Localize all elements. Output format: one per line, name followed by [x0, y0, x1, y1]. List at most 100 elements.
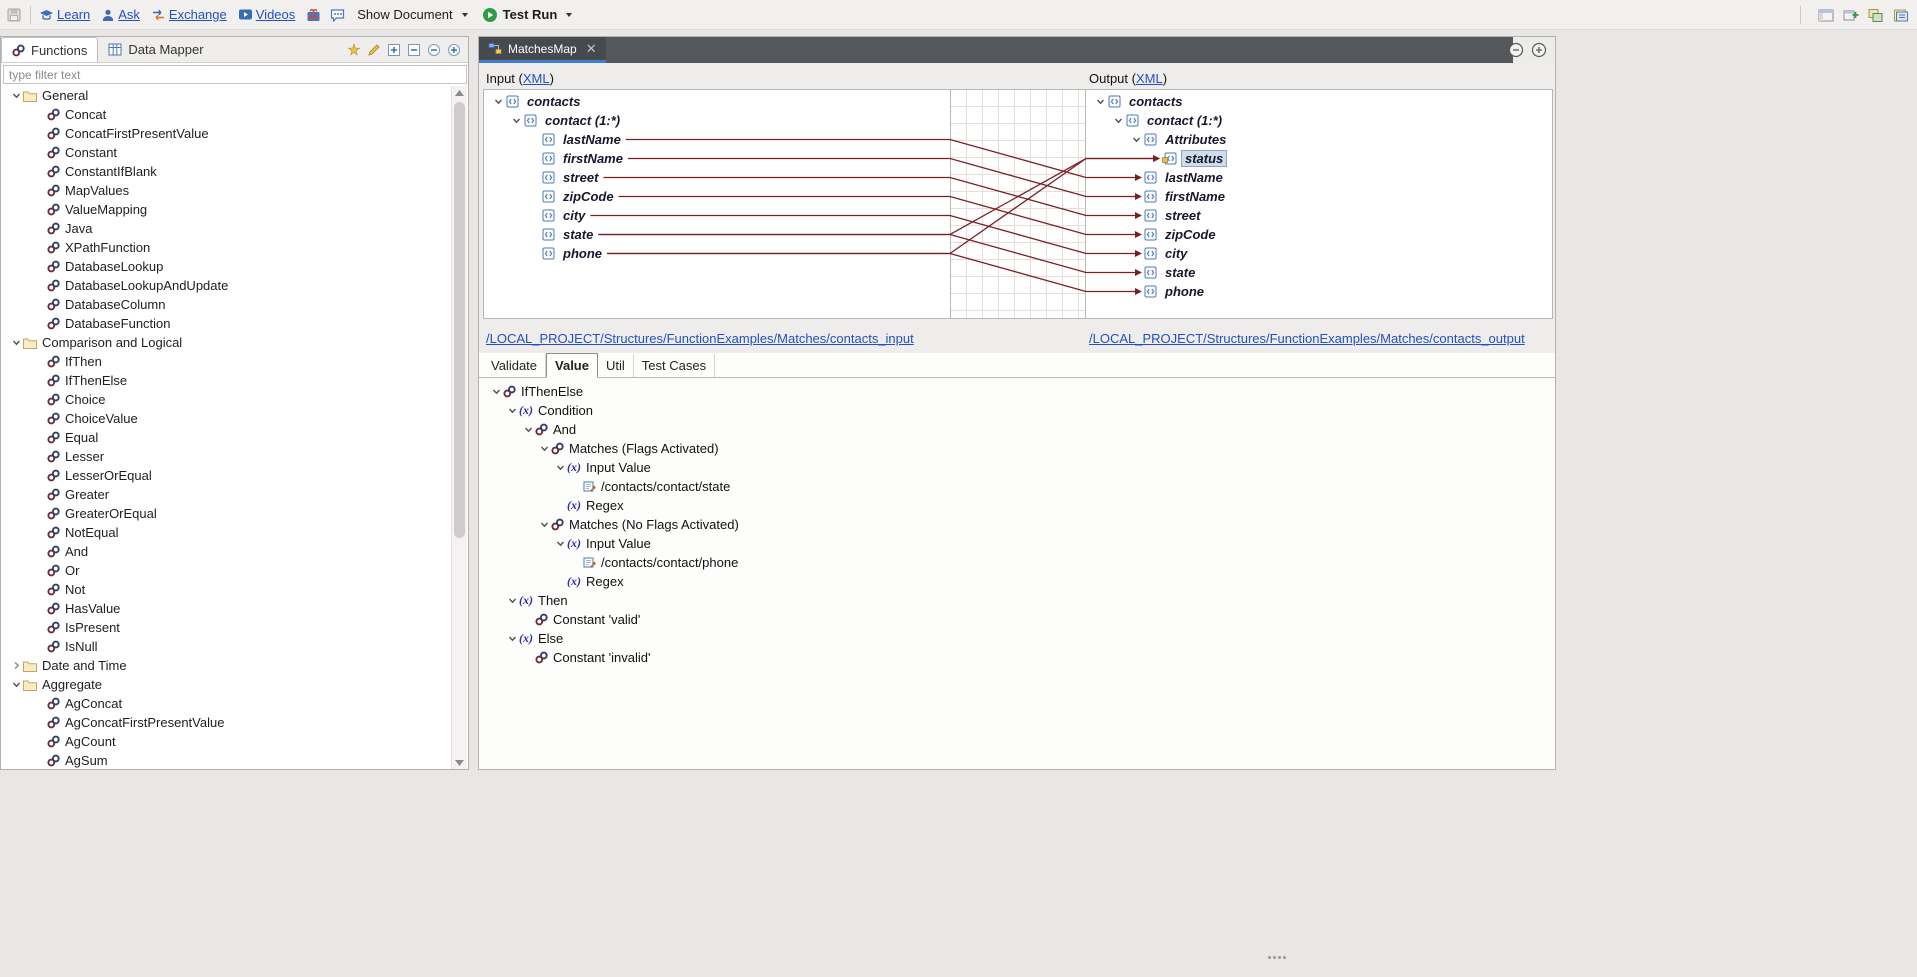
toolbar-link-exchange[interactable]: Exchange — [151, 7, 227, 22]
tab-util[interactable]: Util — [598, 354, 634, 377]
input-node-city[interactable]: city — [484, 206, 950, 225]
function-item[interactable]: IsNull — [1, 637, 452, 656]
scroll-up-icon[interactable] — [452, 86, 467, 99]
function-item[interactable]: HasValue — [1, 599, 452, 618]
chevron-down-icon[interactable] — [537, 520, 551, 529]
chevron-down-icon[interactable] — [491, 97, 506, 106]
function-item[interactable]: MapValues — [1, 181, 452, 200]
input-node-contact[interactable]: contact (1:*) — [484, 111, 950, 130]
test-run-button[interactable]: Test Run — [482, 7, 573, 23]
input-node-street[interactable]: street — [484, 168, 950, 187]
function-item[interactable]: NotEqual — [1, 523, 452, 542]
function-item[interactable]: ValueMapping — [1, 200, 452, 219]
detail-node[interactable]: Constant 'invalid' — [479, 648, 1555, 667]
chevron-down-icon[interactable] — [1129, 135, 1144, 144]
function-item[interactable]: ConcatFirstPresentValue — [1, 124, 452, 143]
expand-all-icon[interactable] — [447, 43, 461, 57]
function-item[interactable]: Equal — [1, 428, 452, 447]
function-item[interactable]: ChoiceValue — [1, 409, 452, 428]
chevron-down-icon[interactable] — [505, 596, 519, 605]
function-item[interactable]: AgConcatFirstPresentValue — [1, 713, 452, 732]
function-group[interactable]: General — [1, 86, 452, 105]
function-item[interactable]: Not — [1, 580, 452, 599]
tab-data-mapper[interactable]: Data Mapper — [98, 37, 213, 62]
toolbar-link-videos[interactable]: Videos — [238, 7, 296, 22]
functions-scrollbar[interactable] — [451, 86, 467, 769]
detail-node[interactable]: (x)Regex — [479, 496, 1555, 515]
chevron-down-icon[interactable] — [9, 338, 23, 347]
show-view-icon[interactable] — [1843, 8, 1859, 23]
output-node-city[interactable]: city — [1086, 244, 1552, 263]
minimize-icon[interactable] — [1508, 42, 1524, 58]
input-node-zipCode[interactable]: zipCode — [484, 187, 950, 206]
function-item[interactable]: AgSum — [1, 751, 452, 769]
detail-node[interactable]: /contacts/contact/phone — [479, 553, 1555, 572]
detail-node[interactable]: (x)Condition — [479, 401, 1555, 420]
function-group[interactable]: Date and Time — [1, 656, 452, 675]
add-icon[interactable] — [387, 43, 401, 57]
community-icon[interactable] — [306, 8, 321, 22]
function-item[interactable]: GreaterOrEqual — [1, 504, 452, 523]
output-node-state[interactable]: state — [1086, 263, 1552, 282]
function-item[interactable]: IsPresent — [1, 618, 452, 637]
palette-icon[interactable] — [1868, 8, 1884, 23]
open-perspective-icon[interactable] — [1818, 8, 1834, 23]
function-item[interactable]: DatabaseLookup — [1, 257, 452, 276]
tab-test-cases[interactable]: Test Cases — [634, 354, 715, 377]
chevron-down-icon[interactable] — [9, 91, 23, 100]
toolbar-link-learn[interactable]: Learn — [39, 7, 90, 22]
chevron-down-icon[interactable] — [509, 116, 524, 125]
tab-matchesmap[interactable]: MatchesMap ✕ — [479, 37, 606, 63]
show-document-button[interactable]: Show Document — [357, 7, 467, 22]
tab-validate[interactable]: Validate — [483, 354, 546, 377]
scrollbar-thumb[interactable] — [454, 102, 465, 538]
output-node-phone[interactable]: phone — [1086, 282, 1552, 301]
output-node-contact[interactable]: contact (1:*) — [1086, 111, 1552, 130]
chevron-down-icon[interactable] — [489, 387, 503, 396]
function-item[interactable]: IfThenElse — [1, 371, 452, 390]
output-xml-link[interactable]: XML — [1136, 71, 1163, 86]
function-item[interactable]: ConstantIfBlank — [1, 162, 452, 181]
chevron-down-icon[interactable] — [521, 425, 535, 434]
scroll-down-icon[interactable] — [452, 756, 467, 769]
output-node-Attributes[interactable]: Attributes — [1086, 130, 1552, 149]
function-item[interactable]: LesserOrEqual — [1, 466, 452, 485]
chevron-down-icon[interactable] — [9, 680, 23, 689]
save-icon[interactable] — [6, 7, 22, 23]
function-item[interactable]: AgConcat — [1, 694, 452, 713]
detail-node[interactable]: (x)Else — [479, 629, 1555, 648]
function-item[interactable]: DatabaseColumn — [1, 295, 452, 314]
function-item[interactable]: Choice — [1, 390, 452, 409]
toolbar-link-ask[interactable]: Ask — [101, 7, 140, 22]
library-icon[interactable] — [1893, 8, 1909, 23]
input-structure-link[interactable]: /LOCAL_PROJECT/Structures/FunctionExampl… — [486, 331, 914, 346]
detail-node[interactable]: (x)Regex — [479, 572, 1555, 591]
input-node-phone[interactable]: phone — [484, 244, 950, 263]
maximize-icon[interactable] — [1531, 42, 1547, 58]
new-function-icon[interactable] — [347, 43, 361, 57]
collapse-all-icon[interactable] — [427, 43, 441, 57]
function-item[interactable]: DatabaseFunction — [1, 314, 452, 333]
output-node-firstName[interactable]: firstName — [1086, 187, 1552, 206]
learn-link[interactable]: Learn — [57, 7, 90, 22]
function-item[interactable]: And — [1, 542, 452, 561]
detail-node[interactable]: (x)Input Value — [479, 458, 1555, 477]
function-item[interactable]: Or — [1, 561, 452, 580]
chevron-down-icon[interactable] — [1111, 116, 1126, 125]
input-node-contacts[interactable]: contacts — [484, 92, 950, 111]
detail-node[interactable]: /contacts/contact/state — [479, 477, 1555, 496]
function-item[interactable]: DatabaseLookupAndUpdate — [1, 276, 452, 295]
remove-icon[interactable] — [407, 43, 421, 57]
function-item[interactable]: Concat — [1, 105, 452, 124]
chevron-down-icon[interactable] — [1093, 97, 1108, 106]
chevron-down-icon[interactable] — [505, 406, 519, 415]
chevron-right-icon[interactable] — [9, 661, 23, 670]
detail-node[interactable]: (x)Then — [479, 591, 1555, 610]
ask-link[interactable]: Ask — [118, 7, 140, 22]
output-node-street[interactable]: street — [1086, 206, 1552, 225]
function-group[interactable]: Aggregate — [1, 675, 452, 694]
detail-node[interactable]: IfThenElse — [479, 382, 1555, 401]
tab-value[interactable]: Value — [546, 353, 598, 378]
function-item[interactable]: AgCount — [1, 732, 452, 751]
output-node-status[interactable]: status — [1086, 149, 1552, 168]
